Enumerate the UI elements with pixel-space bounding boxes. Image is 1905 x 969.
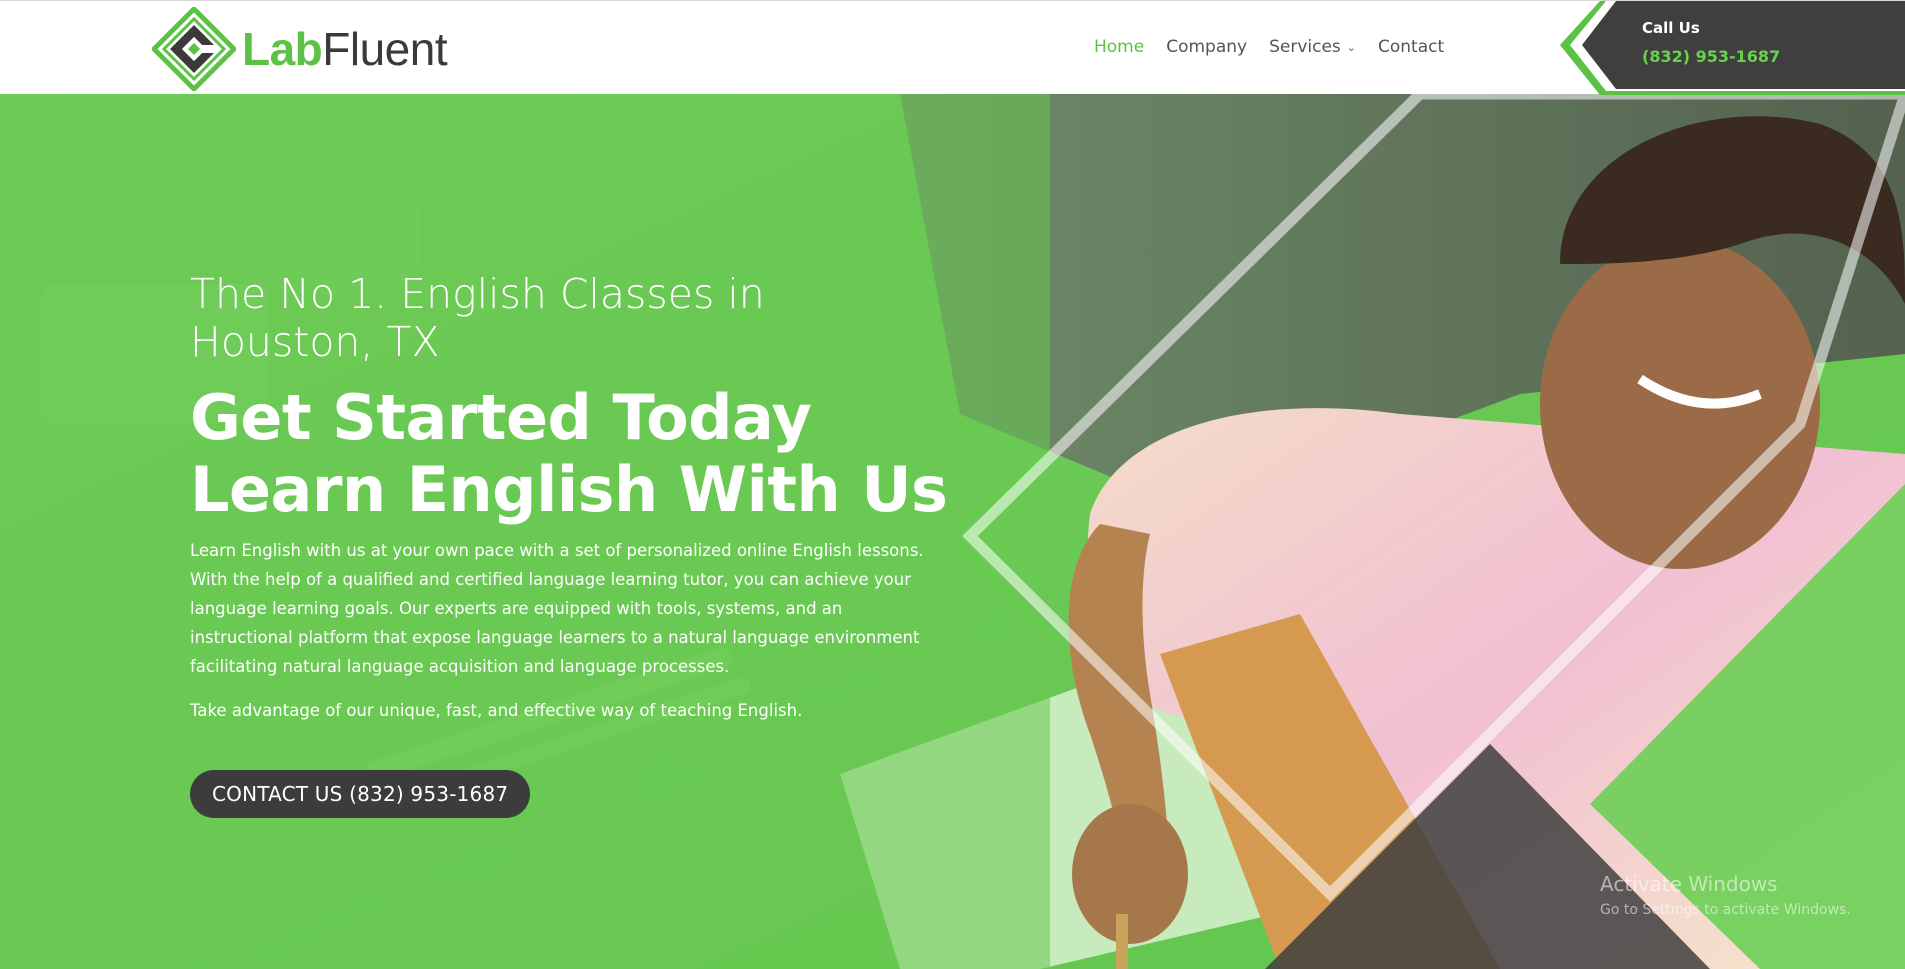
nav-home-label: Home <box>1094 37 1145 57</box>
logo-diamond-icon <box>152 7 236 91</box>
logo-text-lab: Lab <box>242 23 323 75</box>
hero-tagline: Take advantage of our unique, fast, and … <box>190 701 803 720</box>
nav-home[interactable]: Home <box>1094 37 1144 57</box>
hero-content: The No 1. English Classes in Houston, TX… <box>190 270 950 818</box>
nav-company-label: Company <box>1166 37 1248 57</box>
hero-headline: Get Started Today Learn English With Us <box>190 382 950 526</box>
watermark-line-2: Go to Settings to activate Windows. <box>1600 902 1851 918</box>
contact-us-button[interactable]: CONTACT US (832) 953-1687 <box>190 770 531 818</box>
logo-text-fluent: Fluent <box>322 23 448 75</box>
call-phone-link[interactable]: (832) 953-1687 <box>1642 47 1780 66</box>
watermark-line-1: Activate Windows <box>1600 872 1778 896</box>
call-label: Call Us <box>1642 19 1700 37</box>
nav-services[interactable]: Services ⌄ <box>1269 37 1356 57</box>
logo-text: LabFluent <box>242 22 448 76</box>
hero-eyebrow: The No 1. English Classes in Houston, TX <box>190 270 765 366</box>
nav-contact[interactable]: Contact <box>1378 37 1444 57</box>
nav-services-label: Services <box>1269 37 1341 57</box>
nav-contact-label: Contact <box>1377 37 1445 57</box>
site-header: LabFluent Home Company Services ⌄ Contact… <box>0 0 1905 95</box>
main-nav: Home Company Services ⌄ Contact <box>1094 37 1466 57</box>
nav-company[interactable]: Company <box>1166 37 1247 57</box>
logo[interactable]: LabFluent <box>152 7 448 91</box>
headline-line-2: Learn English With Us <box>190 453 948 526</box>
hero-section: The No 1. English Classes in Houston, TX… <box>0 94 1905 969</box>
hero-description: Learn English with us at your own pace w… <box>190 541 924 676</box>
windows-activation-watermark: Activate Windows Go to Settings to activ… <box>1600 872 1851 918</box>
headline-line-1: Get Started Today <box>190 381 812 454</box>
chevron-down-icon: ⌄ <box>1346 40 1356 54</box>
